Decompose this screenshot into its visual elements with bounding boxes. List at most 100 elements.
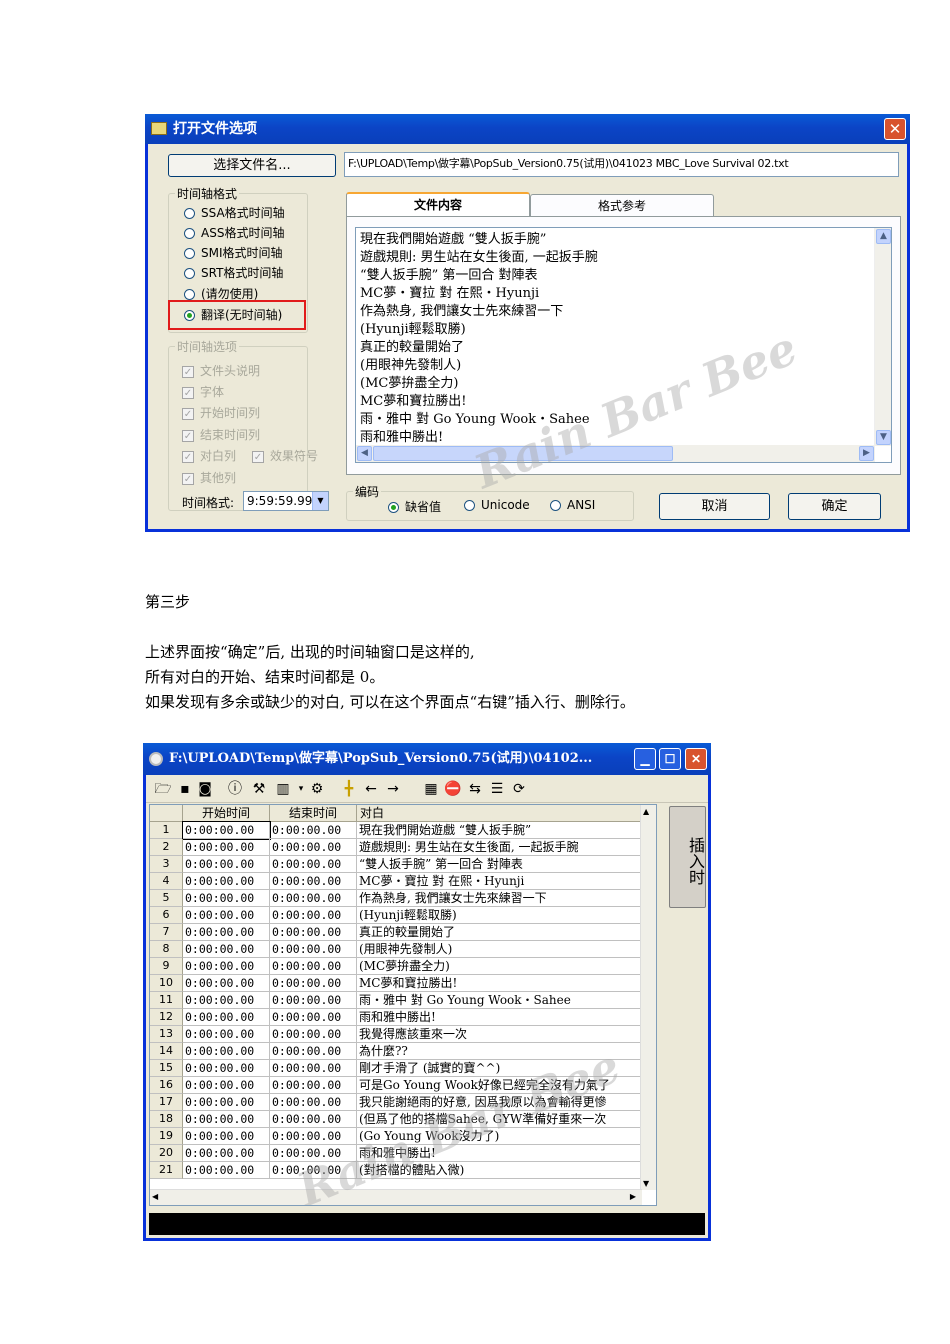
start-time-cell[interactable]: 0:00:00.00 <box>183 1128 270 1145</box>
arrow-right-icon[interactable]: → <box>384 780 402 798</box>
table-row[interactable]: 19 0:00:00.00 0:00:00.00 (Go Young Wook沒力了) <box>150 1128 656 1145</box>
insert-row-icon[interactable]: ╋ <box>340 780 358 798</box>
dialogue-cell[interactable]: 我覺得應該重來一次 <box>357 1026 642 1043</box>
end-time-cell[interactable]: 0:00:00.00 <box>270 1111 357 1128</box>
scroll-up-icon[interactable]: ▲ <box>876 229 891 244</box>
start-time-cell[interactable]: 0:00:00.00 <box>183 1111 270 1128</box>
dialogue-cell[interactable]: 現在我們開始遊戲 “雙人扳手腕” <box>357 822 642 839</box>
stop-icon[interactable]: ⛔ <box>444 780 462 798</box>
file-path-field[interactable]: F:\UPLOAD\Temp\做字幕\PopSub_Version0.75(试用… <box>344 152 899 177</box>
start-time-cell[interactable]: 0:00:00.00 <box>183 1077 270 1094</box>
end-time-cell[interactable]: 0:00:00.00 <box>270 1043 357 1060</box>
table-row[interactable]: 18 0:00:00.00 0:00:00.00 (但爲了他的搭檔Sahee, GYW… <box>150 1111 656 1128</box>
end-time-cell[interactable]: 0:00:00.00 <box>270 839 357 856</box>
dialogue-cell[interactable]: 我只能謝絕雨的好意, 因爲我原以為會輸得更慘 <box>357 1094 642 1111</box>
tab-format-reference[interactable]: 格式参考 <box>530 194 714 218</box>
scroll-thumb[interactable] <box>373 446 673 461</box>
chevron-down-icon[interactable]: ▼ <box>312 492 328 510</box>
radio-ssa[interactable]: SSA格式时间轴 <box>184 204 285 221</box>
chart-icon[interactable]: ▥ <box>274 780 292 798</box>
grid-vertical-scrollbar[interactable]: ▲ ▼ <box>640 805 656 1190</box>
save-icon[interactable]: ▪ <box>176 780 194 798</box>
radio-smi[interactable]: SMI格式时间轴 <box>184 244 283 261</box>
end-time-cell[interactable]: 0:00:00.00 <box>270 1128 357 1145</box>
end-time-cell[interactable]: 0:00:00.00 <box>270 1009 357 1026</box>
table-row[interactable]: 16 0:00:00.00 0:00:00.00 可是Go Young Wook好像已… <box>150 1077 656 1094</box>
check-end-time[interactable]: ✓ 结束时间列 <box>182 426 260 443</box>
ok-button[interactable]: 确定 <box>788 493 881 520</box>
save-as-icon[interactable]: ◙ <box>196 780 214 798</box>
table-row[interactable]: 20 0:00:00.00 0:00:00.00 雨和雅中勝出! <box>150 1145 656 1162</box>
end-time-cell[interactable]: 0:00:00.00 <box>270 1094 357 1111</box>
table-row[interactable]: 14 0:00:00.00 0:00:00.00 為什麼?? <box>150 1043 656 1060</box>
end-time-cell[interactable]: 0:00:00.00 <box>270 1162 357 1179</box>
radio-ass[interactable]: ASS格式时间轴 <box>184 224 284 241</box>
scroll-down-icon[interactable]: ▼ <box>876 430 891 445</box>
scroll-left-icon[interactable]: ◀ <box>357 446 372 461</box>
end-time-cell[interactable]: 0:00:00.00 <box>270 907 357 924</box>
check-font[interactable]: ✓ 字体 <box>182 383 224 400</box>
close-button[interactable]: ✕ <box>884 118 906 140</box>
table-row[interactable]: 11 0:00:00.00 0:00:00.00 雨・雅中 對 Go Young Wo… <box>150 992 656 1009</box>
check-dialogue[interactable]: ✓ 对白列 <box>182 447 236 464</box>
table-row[interactable]: 17 0:00:00.00 0:00:00.00 我只能謝絕雨的好意, 因爲我原以為會… <box>150 1094 656 1111</box>
table-row[interactable]: 7 0:00:00.00 0:00:00.00 真正的較量開始了 <box>150 924 656 941</box>
arrow-left-icon[interactable]: ← <box>362 780 380 798</box>
end-time-cell[interactable]: 0:00:00.00 <box>270 992 357 1009</box>
end-time-cell[interactable]: 0:00:00.00 <box>270 1145 357 1162</box>
end-time-cell[interactable]: 0:00:00.00 <box>270 958 357 975</box>
check-effect[interactable]: ✓ 效果符号 <box>252 447 318 464</box>
grid-horizontal-scrollbar[interactable]: ◀ ▶ <box>150 1189 642 1205</box>
dialogue-cell[interactable]: 剛才手滑了 (誠實的寶^^) <box>357 1060 642 1077</box>
dialogue-cell[interactable]: MC夢・寶拉 對 在熙・Hyunji <box>357 873 642 890</box>
start-time-cell[interactable]: 0:00:00.00 <box>183 924 270 941</box>
start-time-cell[interactable]: 0:00:00.00 <box>183 1162 270 1179</box>
dialogue-cell[interactable]: 真正的較量開始了 <box>357 924 642 941</box>
choose-file-button[interactable]: 选择文件名... <box>168 154 336 177</box>
dialogue-cell[interactable]: 雨和雅中勝出! <box>357 1009 642 1026</box>
start-time-cell[interactable]: 0:00:00.00 <box>183 1026 270 1043</box>
minimize-button[interactable]: ▁ <box>634 748 656 770</box>
scroll-left-icon[interactable]: ◀ <box>152 1192 158 1201</box>
sort-icon[interactable]: ☰ <box>488 780 506 798</box>
maximize-button[interactable]: ☐ <box>659 748 681 770</box>
table-row[interactable]: 8 0:00:00.00 0:00:00.00 (用眼神先發制人) <box>150 941 656 958</box>
vertical-scrollbar[interactable]: ▲ ▼ <box>874 228 891 446</box>
sync-icon[interactable]: ⟳ <box>510 780 528 798</box>
end-time-cell[interactable]: 0:00:00.00 <box>270 873 357 890</box>
dialogue-cell[interactable]: 作為熱身, 我們讓女士先來練習一下 <box>357 890 642 907</box>
column-header-end[interactable]: 结束时间 <box>270 805 357 822</box>
column-header-start[interactable]: 开始时间 <box>183 805 270 822</box>
table-row[interactable]: 6 0:00:00.00 0:00:00.00 (Hyunji輕鬆取勝) <box>150 907 656 924</box>
dialogue-cell[interactable]: (對搭檔的體貼入微) <box>357 1162 642 1179</box>
table-row[interactable]: 10 0:00:00.00 0:00:00.00 MC夢和寶拉勝出! <box>150 975 656 992</box>
table-row[interactable]: 12 0:00:00.00 0:00:00.00 雨和雅中勝出! <box>150 1009 656 1026</box>
scroll-right-icon[interactable]: ▶ <box>630 1192 636 1201</box>
start-time-cell[interactable]: 0:00:00.00 <box>183 1043 270 1060</box>
start-time-cell[interactable]: 0:00:00.00 <box>183 1009 270 1026</box>
tab-file-content[interactable]: 文件内容 <box>346 192 530 218</box>
dialogue-cell[interactable]: 可是Go Young Wook好像已經完全沒有力氣了 <box>357 1077 642 1094</box>
end-time-cell[interactable]: 0:00:00.00 <box>270 975 357 992</box>
start-time-cell[interactable]: 0:00:00.00 <box>183 941 270 958</box>
end-time-cell[interactable]: 0:00:00.00 <box>270 941 357 958</box>
start-time-cell[interactable]: 0:00:00.00 <box>183 1094 270 1111</box>
end-time-cell[interactable]: 0:00:00.00 <box>270 1026 357 1043</box>
file-content-textarea[interactable]: 現在我們開始遊戲 “雙人扳手腕” 遊戲規則: 男生站在女生後面, 一起扳手腕 “… <box>355 227 892 463</box>
dialogue-cell[interactable]: (MC夢拚盡全力) <box>357 958 642 975</box>
table-row[interactable]: 1 0:00:00.00 0:00:00.00 現在我們開始遊戲 “雙人扳手腕” <box>150 821 656 840</box>
table-row[interactable]: 15 0:00:00.00 0:00:00.00 剛才手滑了 (誠實的寶^^) <box>150 1060 656 1077</box>
dialogue-cell[interactable]: “雙人扳手腕” 第一回合 對陣表 <box>357 856 642 873</box>
scroll-down-icon[interactable]: ▼ <box>643 1179 649 1188</box>
table-row[interactable]: 4 0:00:00.00 0:00:00.00 MC夢・寶拉 對 在熙・Hyunji <box>150 873 656 890</box>
dialogue-cell[interactable]: (用眼神先發制人) <box>357 941 642 958</box>
start-time-cell[interactable]: 0:00:00.00 <box>183 873 270 890</box>
end-time-cell[interactable]: 0:00:00.00 <box>270 890 357 907</box>
close-button[interactable]: ✕ <box>685 748 707 770</box>
start-time-cell[interactable]: 0:00:00.00 <box>183 975 270 992</box>
start-time-cell[interactable]: 0:00:00.00 <box>183 1145 270 1162</box>
split-icon[interactable]: ▦ <box>422 780 440 798</box>
radio-unicode[interactable]: Unicode <box>464 498 530 512</box>
time-format-select[interactable]: 9:59:59.99 ▼ <box>243 491 329 511</box>
insert-time-button[interactable]: 插入时 <box>669 806 706 908</box>
